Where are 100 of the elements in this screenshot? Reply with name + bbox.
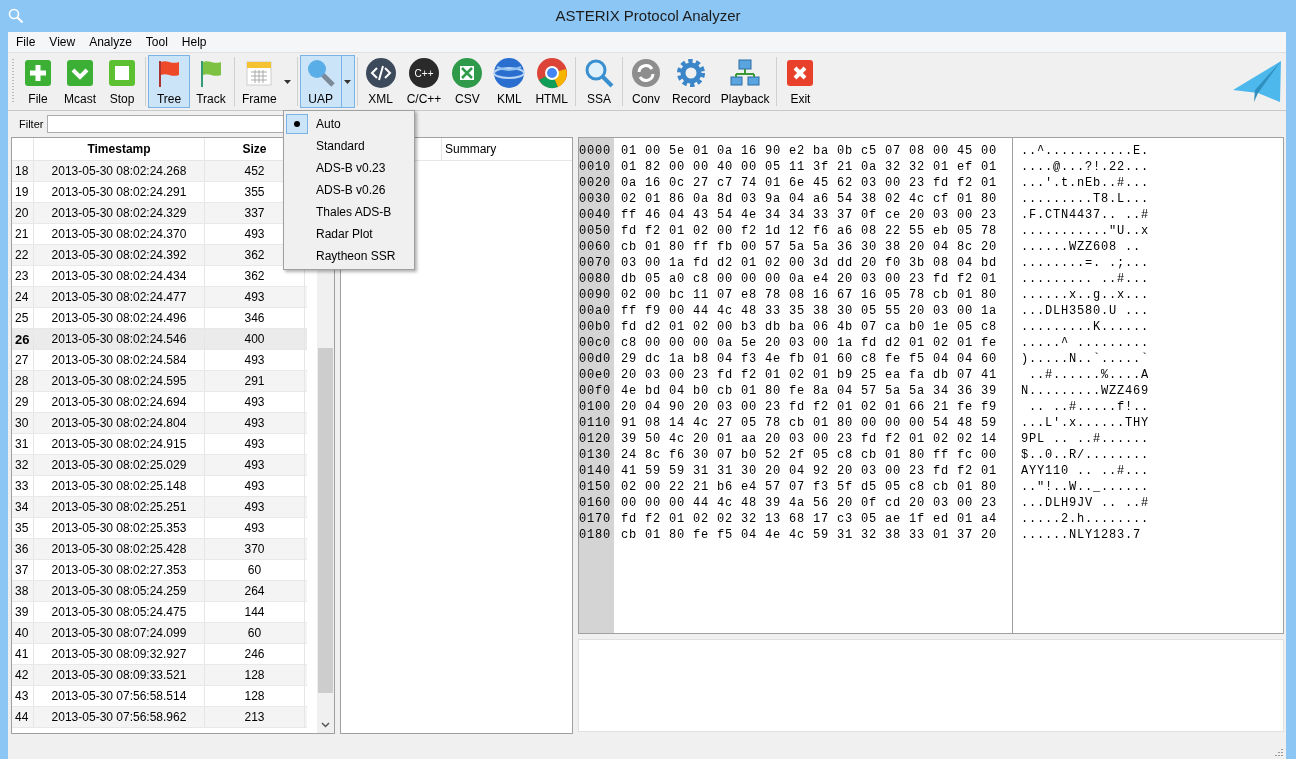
table-cell: 2013-05-30 08:02:27.353 (34, 560, 205, 580)
hex-offset: 0060 (579, 239, 612, 255)
row-number: 32 (12, 455, 34, 475)
menu-item[interactable]: Help (174, 32, 214, 52)
menu-option[interactable]: Auto (284, 113, 414, 135)
search-icon (8, 8, 24, 24)
toolbar-button[interactable]: Frame (237, 55, 282, 108)
ascii-text: .....^ ......... (1021, 335, 1151, 351)
menu-item[interactable]: File (9, 32, 43, 52)
table-row[interactable]: 32 2013-05-30 08:02:25.029 493 (12, 455, 307, 476)
table-row[interactable]: 43 2013-05-30 07:56:58.514 128 (12, 686, 307, 707)
table-row[interactable]: 36 2013-05-30 08:02:25.428 370 (12, 539, 307, 560)
column-header[interactable]: Timestamp (34, 138, 205, 160)
hex-bytes: 24 8c f6 30 07 b0 52 2f 05 c8 cb 01 80 ff fc 00 (621, 447, 999, 463)
table-row[interactable]: 33 2013-05-30 08:02:25.148 493 (12, 476, 307, 497)
scroll-down-icon[interactable] (321, 722, 330, 728)
hex-offset: 0090 (579, 287, 612, 303)
plus-icon (22, 57, 54, 89)
hex-bytes: 03 00 1a fd d2 01 02 00 3d dd 20 f0 3b 08 04 bd (621, 255, 999, 271)
table-cell: 2013-05-30 08:02:24.915 (34, 434, 205, 454)
toolbar-button[interactable]: HTML (530, 55, 574, 108)
table-row[interactable]: 39 2013-05-30 08:05:24.475 144 (12, 602, 307, 623)
menu-item[interactable]: View (42, 32, 83, 52)
ascii-text: ...'.t.nEb..#... (1021, 175, 1151, 191)
hex-bytes: fd f2 01 02 00 f2 1d 12 f6 a6 08 22 55 eb 05 78 (621, 223, 999, 239)
toolbar-button[interactable]: UAP (299, 55, 342, 108)
row-number: 21 (12, 224, 34, 244)
table-row[interactable]: 34 2013-05-30 08:02:25.251 493 (12, 497, 307, 518)
table-cell: 493 (205, 455, 305, 475)
ascii-text: .F.CTN4437.. ..# (1021, 207, 1151, 223)
table-row[interactable]: 38 2013-05-30 08:05:24.259 264 (12, 581, 307, 602)
toolbar-button[interactable]: File (17, 55, 59, 108)
table-cell: 2013-05-30 07:56:58.514 (34, 686, 205, 706)
table-row[interactable]: 27 2013-05-30 08:02:24.584 493 (12, 350, 307, 371)
menu-item[interactable]: Analyze (82, 32, 139, 52)
toolbar-button[interactable]: SSA (578, 55, 621, 108)
hex-offset: 0160 (579, 495, 612, 511)
hex-offset: 0140 (579, 463, 612, 479)
toolbar-button[interactable]: Stop (101, 55, 143, 108)
toolbar-button[interactable]: KML (488, 55, 531, 108)
table-row[interactable]: 40 2013-05-30 08:07:24.099 60 (12, 623, 307, 644)
hex-offset: 0080 (579, 271, 612, 287)
row-number: 19 (12, 182, 34, 202)
table-row[interactable]: 31 2013-05-30 08:02:24.915 493 (12, 434, 307, 455)
toolbar-button[interactable]: Record (667, 55, 716, 108)
menu-item[interactable]: Tool (138, 32, 175, 52)
table-cell: 2013-05-30 08:02:24.329 (34, 203, 205, 223)
ascii-text: 9PL .. ..#...... (1021, 431, 1151, 447)
hex-bytes: 20 03 00 23 fd f2 01 02 01 b9 25 ea fa db 07 41 (621, 367, 999, 383)
table-row[interactable]: 41 2013-05-30 08:09:32.927 246 (12, 644, 307, 665)
table-row[interactable]: 42 2013-05-30 08:09:33.521 128 (12, 665, 307, 686)
ascii-text: .."!..W.._...... (1021, 479, 1151, 495)
table-row[interactable]: 29 2013-05-30 08:02:24.694 493 (12, 392, 307, 413)
ascii-text: ..^...........E. (1021, 143, 1151, 159)
caret-icon (284, 79, 292, 84)
ascii-text: ...DLH3580.U ... (1021, 303, 1151, 319)
table-row[interactable]: 26 2013-05-30 08:02:24.546 400 (12, 329, 307, 350)
table-row[interactable]: 44 2013-05-30 07:56:58.962 213 (12, 707, 307, 728)
table-cell: 2013-05-30 08:02:25.428 (34, 539, 205, 559)
table-row[interactable]: 24 2013-05-30 08:02:24.477 493 (12, 287, 307, 308)
toolbar-button[interactable]: Mcast (59, 55, 101, 108)
table-cell: 144 (205, 602, 305, 622)
table-cell: 2013-05-30 08:02:24.434 (34, 266, 205, 286)
column-header[interactable]: Summary (441, 138, 572, 160)
table-cell: 60 (205, 560, 305, 580)
table-row[interactable]: 30 2013-05-30 08:02:24.804 493 (12, 413, 307, 434)
table-cell: 2013-05-30 08:02:24.370 (34, 224, 205, 244)
row-number: 27 (12, 350, 34, 370)
table-cell: 264 (205, 581, 305, 601)
ascii-text: ..........."U..x (1021, 223, 1151, 239)
toolbar-button[interactable]: Playback (715, 55, 775, 108)
toolbar-button[interactable]: Tree (148, 55, 190, 108)
toolbar-button[interactable]: Conv (625, 55, 668, 108)
table-cell: 246 (205, 644, 305, 664)
toolbar-button[interactable]: XML (359, 55, 402, 108)
table-row[interactable]: 23 2013-05-30 08:02:24.434 362 (12, 266, 307, 287)
toolbar-button[interactable]: CSV (446, 55, 489, 108)
hex-bytes: 39 50 4c 20 01 aa 20 03 00 23 fd f2 01 02 02 14 (621, 431, 999, 447)
toolbar-button[interactable]: Exit (779, 55, 822, 108)
hex-bytes: 00 00 00 44 4c 48 39 4a 56 20 0f cd 20 03 00 23 (621, 495, 999, 511)
resize-grip-icon[interactable] (1274, 747, 1284, 757)
toolbar-button[interactable]: Track (190, 55, 232, 108)
table-cell: 2013-05-30 08:02:24.477 (34, 287, 205, 307)
table-cell: 2013-05-30 08:05:24.475 (34, 602, 205, 622)
row-number: 36 (12, 539, 34, 559)
hex-bytes: cb 01 80 fe f5 04 4e 4c 59 31 32 38 33 01 37 20 (621, 527, 999, 543)
hex-bytes: ff f9 00 44 4c 48 33 35 38 30 05 55 20 03 00 1a (621, 303, 999, 319)
row-number: 35 (12, 518, 34, 538)
hex-bytes: fd f2 01 02 02 32 13 68 17 c3 05 ae 1f ed 01 a4 (621, 511, 999, 527)
table-cell: 2013-05-30 08:07:24.099 (34, 623, 205, 643)
hex-offset: 0030 (579, 191, 612, 207)
row-number: 22 (12, 245, 34, 265)
hex-offset: 0040 (579, 207, 612, 223)
hex-bytes: c8 00 00 00 0a 5e 20 03 00 1a fd d2 01 02 01 fe (621, 335, 999, 351)
table-row[interactable]: 35 2013-05-30 08:02:25.353 493 (12, 518, 307, 539)
toolbar-button[interactable]: C++ C/C++ (401, 55, 447, 108)
scrollbar-thumb[interactable] (318, 348, 333, 693)
table-row[interactable]: 37 2013-05-30 08:02:27.353 60 (12, 560, 307, 581)
table-row[interactable]: 28 2013-05-30 08:02:24.595 291 (12, 371, 307, 392)
table-row[interactable]: 25 2013-05-30 08:02:24.496 346 (12, 308, 307, 329)
